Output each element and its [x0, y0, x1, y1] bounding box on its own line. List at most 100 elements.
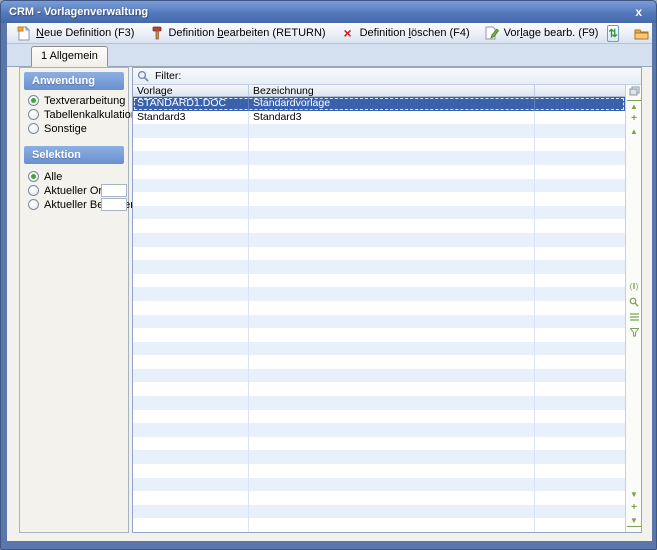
table-row[interactable]	[133, 355, 625, 369]
new-definition-button[interactable]: Neue Definition (F3)	[11, 24, 141, 42]
table-cell	[535, 464, 625, 478]
radio-alle[interactable]: Alle	[28, 170, 62, 183]
window-title: CRM - Vorlagenverwaltung	[9, 6, 629, 18]
radio-icon	[28, 171, 39, 182]
close-button[interactable]: x	[629, 5, 648, 19]
table-row[interactable]	[133, 219, 625, 233]
table-row[interactable]	[133, 410, 625, 424]
table-row[interactable]	[133, 464, 625, 478]
table-row[interactable]	[133, 382, 625, 396]
edit-template-button[interactable]: Vorlage bearb. (F9)	[479, 24, 606, 42]
table-cell	[249, 328, 535, 342]
search-icon[interactable]	[627, 296, 641, 308]
filter-funnel-icon[interactable]	[627, 326, 641, 338]
table-cell	[133, 437, 249, 451]
table-cell	[249, 450, 535, 464]
grid-body: STANDARD1.DOCStandardvorlageStandard3Sta…	[133, 97, 625, 532]
best-fit-icon[interactable]: (‖)	[627, 281, 641, 293]
table-cell	[133, 423, 249, 437]
table-cell	[249, 410, 535, 424]
table-row[interactable]	[133, 369, 625, 383]
table-cell	[249, 287, 535, 301]
table-cell	[249, 464, 535, 478]
table-row[interactable]	[133, 206, 625, 220]
table-row[interactable]	[133, 491, 625, 505]
table-row[interactable]	[133, 192, 625, 206]
scroll-to-bottom-icon[interactable]: ▼	[627, 515, 641, 527]
table-row[interactable]	[133, 233, 625, 247]
radio-tabellenkalkulation[interactable]: Tabellenkalkulation	[28, 108, 137, 121]
table-row[interactable]: Standard3Standard3	[133, 111, 625, 125]
table-cell	[133, 410, 249, 424]
table-row[interactable]	[133, 478, 625, 492]
table-row[interactable]	[133, 437, 625, 451]
refresh-icon: ⇅	[608, 27, 617, 40]
row-up-icon[interactable]: ▲	[627, 126, 641, 138]
table-row[interactable]	[133, 396, 625, 410]
table-row[interactable]	[133, 151, 625, 165]
row-down-icon[interactable]: ▼	[627, 489, 641, 501]
table-row[interactable]	[133, 505, 625, 519]
table-row[interactable]: STANDARD1.DOCStandardvorlage	[133, 97, 625, 111]
table-cell	[535, 423, 625, 437]
table-row[interactable]	[133, 450, 625, 464]
table-cell	[133, 124, 249, 138]
table-cell	[133, 287, 249, 301]
grid-header: Vorlage Bezeichnung	[133, 85, 625, 97]
edit-definition-button[interactable]: Definition bearbeiten (RETURN)	[143, 24, 332, 42]
scroll-to-top-icon[interactable]: ▲	[627, 100, 641, 112]
table-cell	[133, 138, 249, 152]
table-cell	[249, 396, 535, 410]
list-icon[interactable]	[627, 311, 641, 323]
aktueller-ordner-input[interactable]	[101, 184, 127, 197]
refresh-button[interactable]: ⇅	[607, 25, 618, 42]
table-row[interactable]	[133, 301, 625, 315]
table-cell	[249, 301, 535, 315]
table-cell	[133, 151, 249, 165]
table-row[interactable]	[133, 260, 625, 274]
radio-icon	[28, 123, 39, 134]
table-cell	[535, 287, 625, 301]
column-chooser-icon[interactable]	[627, 85, 641, 97]
table-row[interactable]	[133, 342, 625, 356]
group-header-selektion: Selektion	[24, 146, 124, 164]
nav-up-plus-icon[interactable]: +	[627, 113, 641, 125]
aktueller-bediener-input[interactable]	[101, 198, 127, 211]
table-row[interactable]	[133, 138, 625, 152]
table-cell	[535, 478, 625, 492]
table-row[interactable]	[133, 274, 625, 288]
radio-textverarbeitung[interactable]: Textverarbeitung	[28, 94, 125, 107]
table-row[interactable]	[133, 124, 625, 138]
table-cell	[133, 179, 249, 193]
table-row[interactable]	[133, 165, 625, 179]
table-row[interactable]	[133, 518, 625, 532]
table-cell	[535, 382, 625, 396]
table-cell	[133, 342, 249, 356]
table-cell	[249, 260, 535, 274]
table-row[interactable]	[133, 328, 625, 342]
filter-row[interactable]: Filter:	[133, 68, 641, 85]
table-row[interactable]	[133, 247, 625, 261]
table-cell	[133, 247, 249, 261]
column-header-vorlage[interactable]: Vorlage	[133, 85, 249, 96]
table-row[interactable]	[133, 423, 625, 437]
column-header-extra[interactable]	[535, 85, 625, 96]
table-cell	[535, 450, 625, 464]
word-control-formats-button[interactable]: Word-Steuerformate (F6)	[629, 24, 652, 42]
nav-down-plus-icon[interactable]: +	[627, 502, 641, 514]
title-bar[interactable]: CRM - Vorlagenverwaltung x	[1, 1, 656, 23]
edit-page-icon	[484, 25, 500, 41]
table-row[interactable]	[133, 179, 625, 193]
table-row[interactable]	[133, 287, 625, 301]
table-cell	[535, 151, 625, 165]
table-cell	[249, 315, 535, 329]
column-header-bezeichnung[interactable]: Bezeichnung	[249, 85, 535, 96]
hammer-icon	[148, 25, 164, 41]
delete-definition-button[interactable]: × Definition löschen (F4)	[335, 24, 477, 42]
tab-allgemein[interactable]: 1 Allgemein	[31, 46, 108, 67]
radio-sonstige[interactable]: Sonstige	[28, 122, 87, 135]
table-cell	[133, 491, 249, 505]
table-row[interactable]	[133, 315, 625, 329]
table-cell	[249, 355, 535, 369]
table-cell	[249, 369, 535, 383]
